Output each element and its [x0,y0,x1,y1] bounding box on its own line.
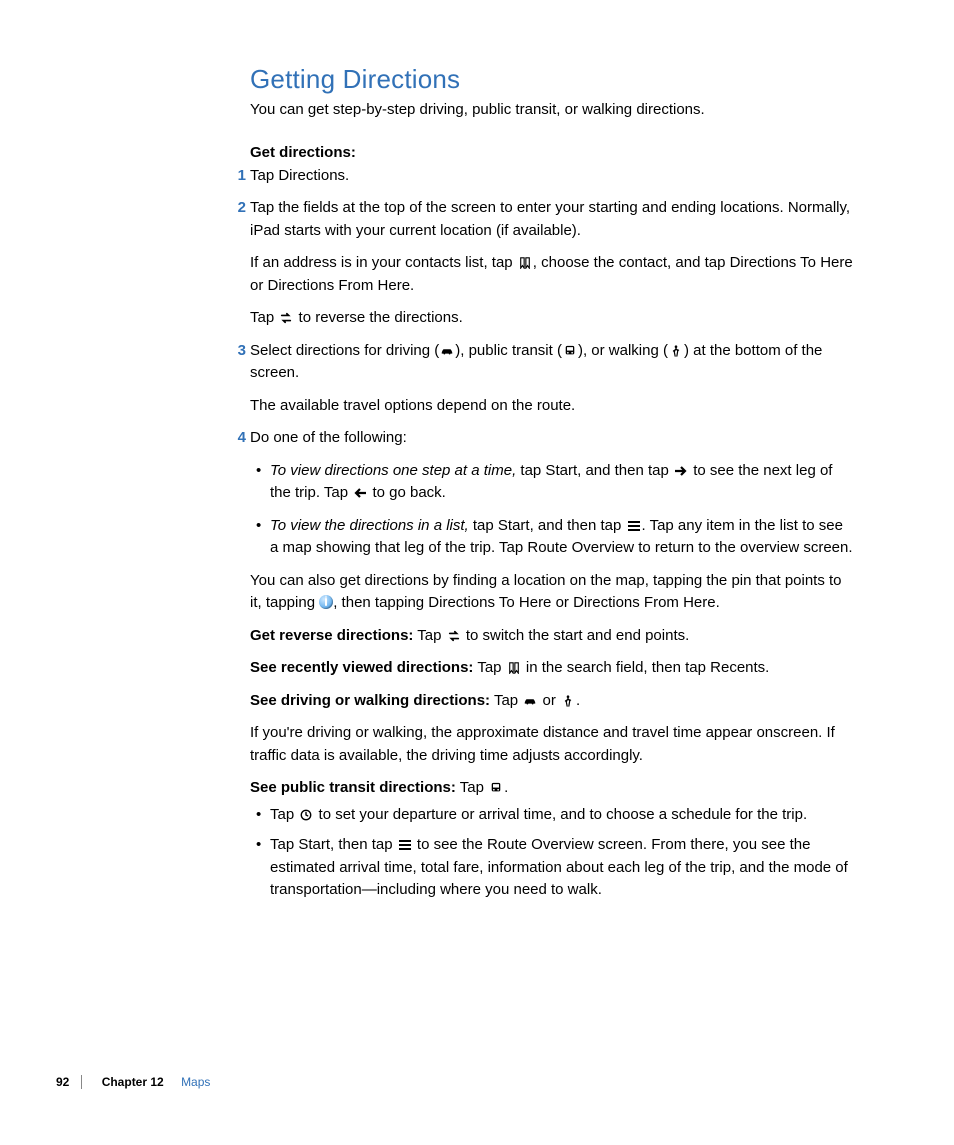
step-4: Do one of the following: To view directi… [250,427,854,560]
paragraph-recents: See recently viewed directions: Tap in t… [250,657,854,680]
text-run: tap Start, and then tap [469,517,626,534]
text-run: in the search field, then tap Recents. [522,659,770,676]
steps-list: Tap Directions. Tap the fields at the to… [250,165,854,560]
walk-icon [561,695,575,707]
text-run: Tap Start, then tap [270,836,397,853]
swap-icon [447,630,461,642]
step-3: Select directions for driving ( ), public… [250,340,854,418]
text-run: to reverse the directions. [294,309,462,326]
text-run: to set your departure or arrival time, a… [314,806,807,823]
document-page: Getting Directions You can get step-by-s… [0,0,954,1145]
text-lead: To view directions one step at a time, [270,462,516,479]
step-text: Select directions for driving ( ), public… [250,340,854,385]
transit-list: Tap to set your departure or arrival tim… [250,804,854,902]
clock-icon [299,809,313,821]
text-run: or [538,692,560,709]
text-run: If an address is in your contacts list, … [250,254,517,271]
page-number: 92 [56,1075,78,1089]
label: See public transit directions: [250,779,456,796]
text-run: , then tapping Directions To Here or Dir… [333,594,720,611]
chapter-title: Maps [181,1075,210,1089]
paragraph: You can also get directions by finding a… [250,570,854,615]
arrow-left-icon [353,487,367,499]
label: Get reverse directions: [250,627,413,644]
transit-item: Tap to set your departure or arrival tim… [270,804,854,827]
text-run: Tap [490,692,522,709]
text-run: Select directions for driving ( [250,342,439,359]
text-run: Tap [250,309,278,326]
chapter-label: Chapter 12 [102,1075,164,1089]
text-run: to go back. [368,484,446,501]
step-text: Tap the fields at the top of the screen … [250,197,854,242]
footer-separator [81,1075,82,1089]
paragraph-reverse: Get reverse directions: Tap to switch th… [250,625,854,648]
sub-list: To view directions one step at a time, t… [250,460,854,560]
sub-item: To view the directions in a list, tap St… [270,515,854,560]
paragraph-transit: See public transit directions: Tap . [250,777,854,800]
label: See recently viewed directions: [250,659,473,676]
step-text: Tap to reverse the directions. [250,307,854,330]
step-text: Tap Directions. [250,165,854,188]
bookmarks-icon [518,257,532,269]
get-directions-subhead: Get directions: [250,144,854,161]
text-run: to switch the start and end points. [462,627,690,644]
bookmarks-icon [507,662,521,674]
section-heading: Getting Directions [250,64,854,95]
list-icon [627,520,641,532]
paragraph-drive-walk: See driving or walking directions: Tap o… [250,690,854,713]
list-icon [398,839,412,851]
swap-icon [279,312,293,324]
car-icon [523,695,537,707]
text-run: ), or walking ( [578,342,668,359]
text-run: ), public transit ( [455,342,562,359]
car-icon [440,345,454,357]
info-icon [319,595,333,609]
text-run: Tap [413,627,445,644]
text-run: tap Start, and then tap [516,462,673,479]
walk-icon [669,345,683,357]
text-lead: To view the directions in a list, [270,517,469,534]
step-text: If an address is in your contacts list, … [250,252,854,297]
bus-icon [489,782,503,794]
step-text: The available travel options depend on t… [250,395,854,418]
arrow-right-icon [674,465,688,477]
bus-icon [563,345,577,357]
transit-item: Tap Start, then tap to see the Route Ove… [270,834,854,902]
text-run: Tap [456,779,488,796]
step-text: Do one of the following: [250,427,854,450]
step-1: Tap Directions. [250,165,854,188]
page-footer: 92 Chapter 12 Maps [56,1075,896,1089]
text-run: . [576,692,580,709]
text-run: . [504,779,508,796]
intro-paragraph: You can get step-by-step driving, public… [250,99,854,122]
text-run: Tap [473,659,505,676]
paragraph: If you're driving or walking, the approx… [250,722,854,767]
step-2: Tap the fields at the top of the screen … [250,197,854,330]
sub-item: To view directions one step at a time, t… [270,460,854,505]
text-run: Tap [270,806,298,823]
label: See driving or walking directions: [250,692,490,709]
